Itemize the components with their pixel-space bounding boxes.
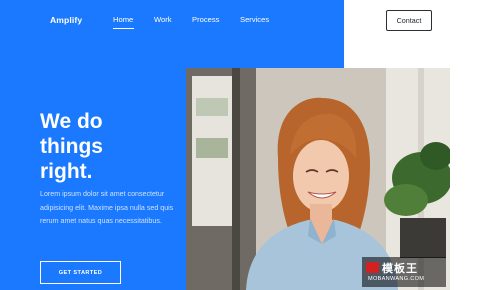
headline-line-1: We do <box>40 110 103 133</box>
brand-logo[interactable]: Amplify <box>50 15 82 25</box>
contact-button[interactable]: Contact <box>386 10 432 31</box>
nav-item-home[interactable]: Home <box>113 15 133 24</box>
nav-active-underline <box>113 28 134 29</box>
nav-item-process[interactable]: Process <box>192 15 219 24</box>
watermark-main-text: 模板王 <box>382 262 418 275</box>
get-started-button[interactable]: GET STARTED <box>40 261 121 284</box>
nav-item-work[interactable]: Work <box>154 15 172 24</box>
hero-photo: 模板王 MOBANWANG.COM <box>186 68 450 290</box>
headline-line-3: right. <box>40 160 93 183</box>
headline-line-2: things <box>40 135 103 158</box>
watermark-sub-text: MOBANWANG.COM <box>368 276 425 282</box>
nav-item-services[interactable]: Services <box>240 15 269 24</box>
watermark-badge: 模板王 MOBANWANG.COM <box>362 257 446 287</box>
watermark-logo-icon <box>366 262 379 273</box>
hero-headline: We do things right. <box>40 109 180 184</box>
hero-lead-text: Lorem ipsum dolor sit amet consectetur a… <box>40 190 174 225</box>
